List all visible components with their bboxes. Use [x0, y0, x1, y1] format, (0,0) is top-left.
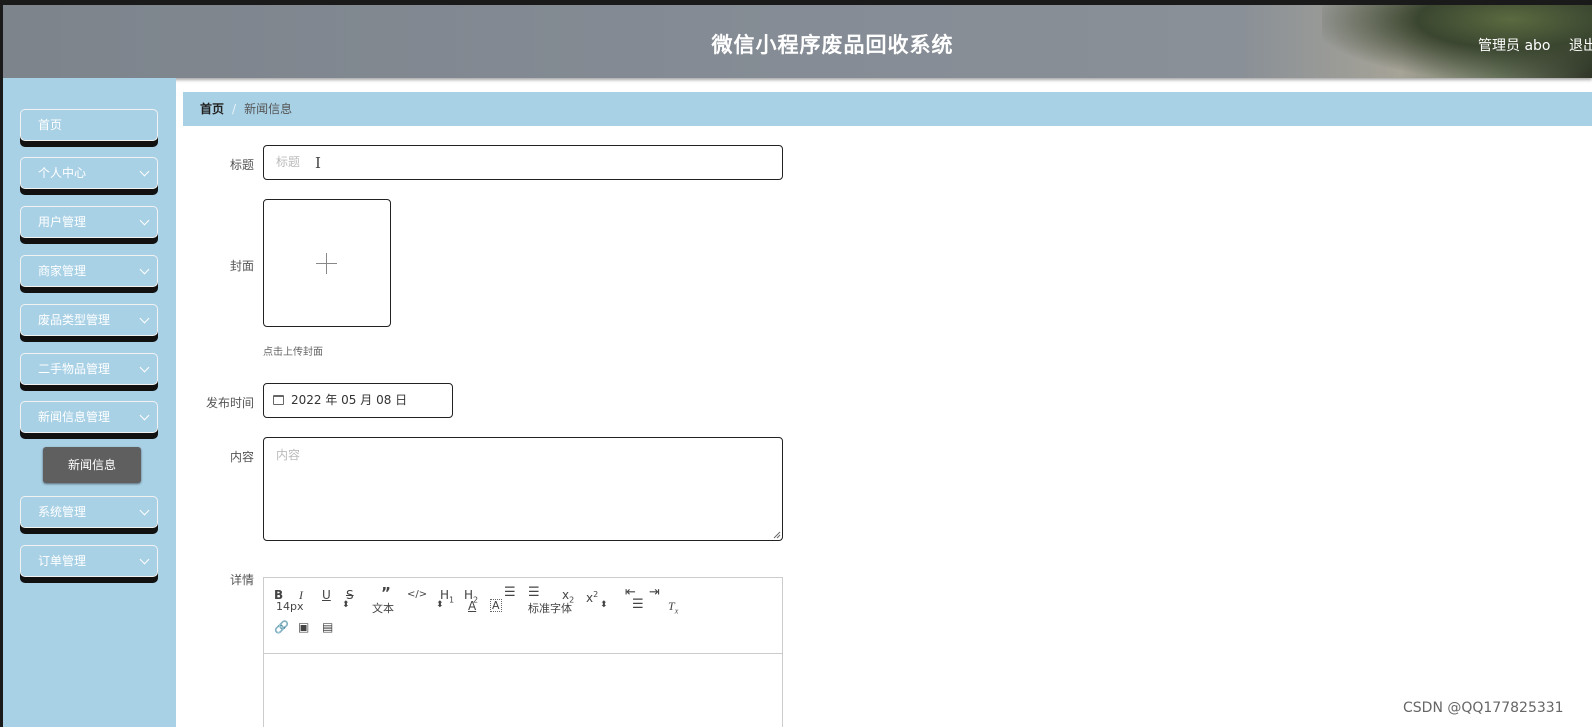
sidebar-item-merchants[interactable]: 商家管理: [20, 255, 158, 287]
sidebar-item-news-management[interactable]: 新闻信息管理: [20, 401, 158, 433]
video-icon[interactable]: ▤: [322, 620, 333, 634]
link-icon[interactable]: 🔗: [274, 620, 289, 634]
content-label: 内容: [229, 450, 254, 464]
editor-toolbar: B I U S ” </> H1 H2 ☰ ☰ x2 x2 ⇤ ⇥ 14px ⬍…: [264, 578, 782, 654]
calendar-icon: [273, 395, 284, 405]
font-size-select[interactable]: 14px: [276, 600, 304, 613]
sidebar-item-label: 用户管理: [38, 215, 87, 229]
sidebar-item-profile[interactable]: 个人中心: [20, 157, 158, 189]
app-title: 微信小程序废品回收系统: [711, 33, 954, 57]
sidebar-item-label: 首页: [38, 118, 63, 132]
select-arrow-icon: ⬍: [342, 600, 350, 610]
breadcrumb-current: 新闻信息: [244, 102, 293, 116]
text-cursor-icon: I: [315, 154, 321, 172]
clean-format-icon[interactable]: Tx: [668, 599, 678, 618]
sidebar-item-label: 新闻信息管理: [38, 410, 111, 424]
publish-time-label: 发布时间: [205, 396, 254, 410]
breadcrumb-home[interactable]: 首页: [200, 102, 224, 116]
sidebar-subitem-news[interactable]: 新闻信息: [43, 447, 141, 483]
cover-label: 封面: [229, 259, 254, 273]
font-family-select[interactable]: 标准字体: [528, 600, 572, 616]
select-arrow-icon: ⬍: [600, 600, 608, 610]
chevron-down-icon: [139, 313, 150, 324]
rich-text-editor: B I U S ” </> H1 H2 ☰ ☰ x2 x2 ⇤ ⇥ 14px ⬍…: [263, 577, 783, 727]
logout-button[interactable]: 退出: [1569, 35, 1592, 55]
breadcrumb: 首页 / 新闻信息: [183, 92, 1592, 126]
select-arrow-icon: ⬍: [436, 600, 444, 610]
sidebar-item-system[interactable]: 系统管理: [20, 496, 158, 528]
sidebar-item-users[interactable]: 用户管理: [20, 206, 158, 238]
sidebar: 首页 个人中心 用户管理 商家管理 废品类型管理 二手物品管理 新闻信息管理 新…: [0, 78, 176, 727]
sidebar-item-second-hand[interactable]: 二手物品管理: [20, 353, 158, 385]
chevron-down-icon: [139, 166, 150, 177]
detail-label: 详情: [229, 573, 254, 587]
resize-handle-icon[interactable]: [773, 531, 781, 539]
text-color-icon[interactable]: A: [468, 599, 476, 613]
publish-date-picker[interactable]: 2022 年 05 月 08 日: [263, 383, 453, 418]
bullet-list-icon[interactable]: ☰: [528, 586, 540, 600]
chevron-down-icon: [139, 554, 150, 565]
indent-icon[interactable]: ⇥: [649, 586, 660, 600]
background-color-icon[interactable]: A: [490, 599, 502, 612]
breadcrumb-separator: /: [232, 102, 237, 116]
sidebar-item-label: 系统管理: [38, 505, 87, 519]
chevron-down-icon: [139, 505, 150, 516]
app-window: 微信小程序废品回收系统 管理员 abo 退出 首页 个人中心 用户管理 商家管理…: [0, 0, 1592, 727]
title-input[interactable]: 标题: [263, 145, 783, 180]
underline-icon[interactable]: U: [322, 588, 331, 602]
title-label: 标题: [229, 158, 254, 172]
chevron-down-icon: [139, 362, 150, 373]
superscript-icon[interactable]: x2: [586, 588, 598, 605]
blockquote-icon[interactable]: ”: [381, 586, 391, 601]
cover-upload[interactable]: [263, 199, 391, 327]
image-icon[interactable]: ▣: [298, 620, 309, 634]
top-header: 微信小程序废品回收系统 管理员 abo 退出: [0, 0, 1592, 78]
align-icon[interactable]: ☰: [632, 598, 644, 612]
chevron-down-icon: [139, 410, 150, 421]
sidebar-item-waste-types[interactable]: 废品类型管理: [20, 304, 158, 336]
chevron-down-icon: [139, 215, 150, 226]
code-block-icon[interactable]: </>: [407, 588, 427, 602]
sidebar-item-label: 个人中心: [38, 166, 87, 180]
sidebar-item-label: 订单管理: [38, 554, 87, 568]
watermark: CSDN @QQ177825331: [1403, 700, 1564, 716]
current-user: 管理员 abo: [1478, 38, 1551, 54]
sidebar-item-label: 废品类型管理: [38, 313, 111, 327]
sidebar-item-orders[interactable]: 订单管理: [20, 545, 158, 577]
sidebar-item-home[interactable]: 首页: [20, 109, 158, 141]
header-select[interactable]: 文本: [372, 600, 394, 616]
content-textarea[interactable]: 内容: [263, 437, 783, 541]
chevron-down-icon: [139, 264, 150, 275]
sidebar-item-label: 二手物品管理: [38, 362, 111, 376]
cover-upload-hint: 点击上传封面: [263, 347, 323, 358]
sidebar-item-label: 商家管理: [38, 264, 87, 278]
ordered-list-icon[interactable]: ☰: [504, 586, 516, 600]
